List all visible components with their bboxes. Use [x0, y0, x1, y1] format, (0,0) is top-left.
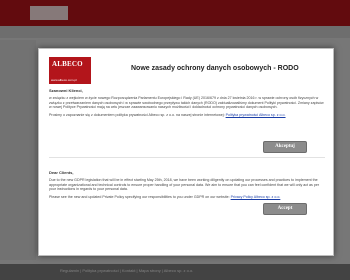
greeting-pl: Szanowni Klienci, [49, 88, 83, 93]
paragraph-en-2-text: Please see the new and updated Private P… [49, 194, 230, 199]
paragraph-en-2: Please see the new and updated Private P… [49, 195, 325, 199]
paragraph-pl-2-text: Prosimy o zapoznanie się z dokumentem po… [49, 112, 225, 117]
gdpr-modal: ALBECO www.albeco.com.pl Nowe zasady och… [38, 48, 334, 256]
privacy-policy-link-en[interactable]: Privacy Policy Albeco sp. z o.o. [231, 195, 281, 199]
section-divider [49, 157, 325, 158]
english-section: Dear Clients, Due to the new GDPR legisl… [49, 170, 325, 199]
paragraph-pl-2: Prosimy o zapoznanie się z dokumentem po… [49, 113, 325, 117]
accept-button-pl[interactable]: Akceptuj [263, 141, 307, 153]
polish-section: Szanowni Klienci, w związku z wejściem w… [49, 88, 325, 117]
paragraph-en-1: Due to the new GDPR legislation that wil… [49, 178, 320, 192]
paragraph-pl-1: w związku z wejściem w życie nowego Rozp… [49, 96, 324, 110]
logo-text: ALBECO [52, 60, 83, 68]
accept-button-en[interactable]: Accept [263, 203, 307, 215]
modal-title: Nowe zasady ochrony danych osobowych - R… [131, 65, 299, 72]
logo-url: www.albeco.com.pl [51, 78, 77, 82]
privacy-policy-link-pl[interactable]: Polityka prywatności Albeco sp. z o.o. [226, 113, 286, 117]
greeting-en: Dear Clients, [49, 170, 74, 175]
albeco-logo: ALBECO www.albeco.com.pl [49, 57, 91, 84]
